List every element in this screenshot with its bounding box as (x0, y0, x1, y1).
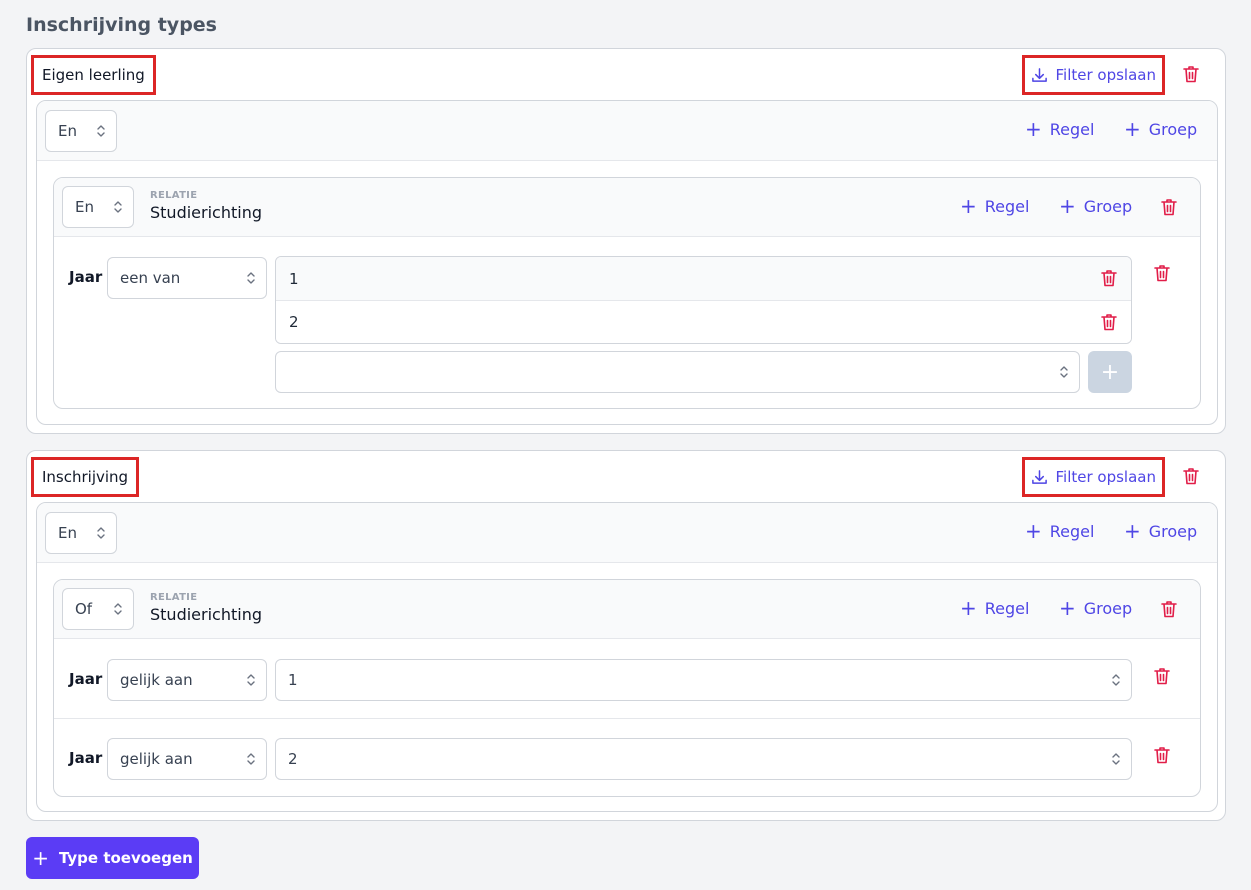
values-list: 1 2 (275, 256, 1132, 344)
plus-icon: + (32, 846, 49, 870)
root-operator-select[interactable]: En (45, 512, 117, 554)
add-group-button[interactable]: + Groep (1124, 521, 1197, 541)
comparator-value: een van (120, 269, 181, 287)
save-filter-button[interactable]: Filter opslaan (1021, 457, 1165, 497)
add-rule-label: Regel (1049, 521, 1095, 541)
add-rule-button[interactable]: + Regel (960, 598, 1029, 618)
comparator-select[interactable]: een van (107, 257, 267, 299)
root-operator-value: En (58, 122, 77, 140)
add-rule-label: Regel (984, 196, 1030, 216)
chevron-updown-icon (113, 601, 123, 617)
relation-group: En RELATIE Studierichting + Regel + Groe… (53, 177, 1201, 409)
delete-rule-icon[interactable] (1154, 746, 1170, 764)
relation-label: RELATIE (150, 592, 198, 603)
root-group: En + Regel + Groep En RELATIE Studierich… (36, 100, 1218, 425)
value-text: 1 (288, 671, 298, 689)
relation-group-header: En RELATIE Studierichting + Regel + Groe… (54, 178, 1200, 237)
add-value-button[interactable]: + (1088, 351, 1132, 393)
plus-icon: + (1124, 117, 1141, 141)
value-select[interactable]: 2 (275, 738, 1132, 780)
chevron-updown-icon (96, 525, 106, 541)
plus-icon: + (960, 194, 977, 218)
add-rule-label: Regel (1049, 119, 1095, 139)
rule-field-label: Jaar (69, 670, 103, 688)
chevron-updown-icon (1059, 364, 1069, 380)
save-filter-button[interactable]: Filter opslaan (1021, 55, 1165, 95)
page-title: Inschrijving types (26, 14, 217, 36)
add-type-label: Type toevoegen (58, 849, 193, 867)
plus-icon: + (1059, 194, 1076, 218)
delete-group-icon[interactable] (1161, 600, 1177, 618)
list-item: 2 (276, 300, 1131, 343)
add-rule-button[interactable]: + Regel (1025, 521, 1094, 541)
type-name[interactable]: Inschrijving (31, 457, 140, 497)
type-card-inschrijving: Inschrijving Filter opslaan En + Regel +… (26, 450, 1226, 821)
download-icon (1031, 469, 1048, 486)
value-text: 2 (289, 313, 299, 331)
chevron-updown-icon (1111, 672, 1121, 688)
rule-field-label: Jaar (69, 268, 103, 286)
group-operator-value: En (75, 198, 94, 216)
plus-icon: + (1025, 519, 1042, 543)
delete-type-icon[interactable] (1183, 467, 1199, 485)
type-name[interactable]: Eigen leerling (31, 55, 156, 95)
save-filter-label: Filter opslaan (1055, 468, 1157, 486)
add-group-label: Groep (1148, 521, 1198, 541)
value-text: 2 (288, 750, 298, 768)
root-operator-value: En (58, 524, 77, 542)
group-operator-select[interactable]: Of (62, 588, 134, 630)
relation-group: Of RELATIE Studierichting + Regel + Groe… (53, 579, 1201, 797)
group-operator-select[interactable]: En (62, 186, 134, 228)
comparator-select[interactable]: gelijk aan (107, 738, 267, 780)
delete-rule-icon[interactable] (1154, 264, 1170, 282)
download-icon (1031, 67, 1048, 84)
list-item: 1 (276, 257, 1131, 300)
add-group-label: Groep (1083, 196, 1133, 216)
group-operator-value: Of (75, 600, 93, 618)
add-group-button[interactable]: + Groep (1059, 598, 1132, 618)
add-rule-label: Regel (984, 598, 1030, 618)
chevron-updown-icon (246, 672, 256, 688)
relation-value: Studierichting (150, 605, 262, 624)
value-select[interactable]: 1 (275, 659, 1132, 701)
root-group-header: En + Regel + Groep (37, 503, 1217, 563)
comparator-select[interactable]: gelijk aan (107, 659, 267, 701)
delete-rule-icon[interactable] (1154, 667, 1170, 685)
delete-type-icon[interactable] (1183, 65, 1199, 83)
chevron-updown-icon (1111, 751, 1121, 767)
relation-label: RELATIE (150, 190, 198, 201)
add-type-button[interactable]: + Type toevoegen (26, 837, 199, 879)
delete-value-icon[interactable] (1101, 269, 1117, 287)
save-filter-label: Filter opslaan (1055, 66, 1157, 84)
comparator-value: gelijk aan (120, 750, 193, 768)
root-group: En + Regel + Groep Of RELATIE Studierich… (36, 502, 1218, 812)
root-group-header: En + Regel + Groep (37, 101, 1217, 161)
rule-divider (54, 718, 1200, 719)
add-rule-button[interactable]: + Regel (1025, 119, 1094, 139)
rule-field-label: Jaar (69, 749, 103, 767)
chevron-updown-icon (246, 270, 256, 286)
root-operator-select[interactable]: En (45, 110, 117, 152)
plus-icon: + (1025, 117, 1042, 141)
relation-group-header: Of RELATIE Studierichting + Regel + Groe… (54, 580, 1200, 639)
add-group-label: Groep (1083, 598, 1133, 618)
chevron-updown-icon (246, 751, 256, 767)
add-group-button[interactable]: + Groep (1124, 119, 1197, 139)
value-text: 1 (289, 269, 299, 288)
plus-icon: + (1059, 596, 1076, 620)
add-group-label: Groep (1148, 119, 1198, 139)
add-group-button[interactable]: + Groep (1059, 196, 1132, 216)
new-value-select[interactable] (275, 351, 1080, 393)
plus-icon: + (960, 596, 977, 620)
delete-value-icon[interactable] (1101, 313, 1117, 331)
chevron-updown-icon (96, 123, 106, 139)
plus-icon: + (1124, 519, 1141, 543)
delete-group-icon[interactable] (1161, 198, 1177, 216)
relation-value: Studierichting (150, 203, 262, 222)
comparator-value: gelijk aan (120, 671, 193, 689)
type-card-eigen-leerling: Eigen leerling Filter opslaan En + Regel… (26, 48, 1226, 434)
chevron-updown-icon (113, 199, 123, 215)
add-rule-button[interactable]: + Regel (960, 196, 1029, 216)
